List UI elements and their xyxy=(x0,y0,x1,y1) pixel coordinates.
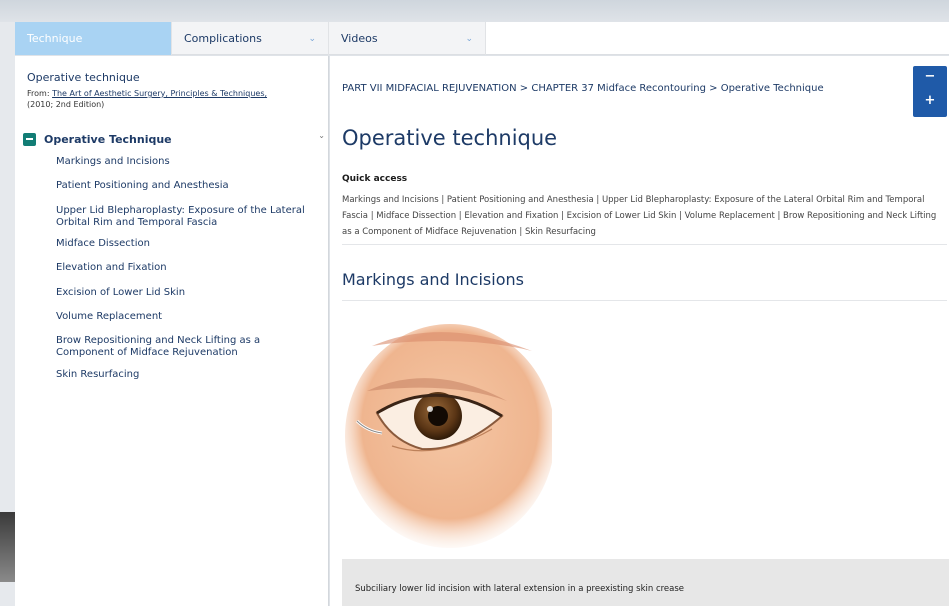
zoom-controls: − + xyxy=(913,66,947,117)
minus-icon[interactable]: − xyxy=(913,69,947,84)
toc-heading: Operative Technique xyxy=(44,132,172,146)
article-content: PART VII MIDFACIAL REJUVENATION > CHAPTE… xyxy=(330,56,949,606)
eye-illustration xyxy=(345,324,552,548)
breadcrumb[interactable]: PART VII MIDFACIAL REJUVENATION > CHAPTE… xyxy=(342,83,824,94)
book-title-link[interactable]: The Art of Aesthetic Surgery, Principles… xyxy=(52,89,267,98)
tab-bar: Technique Complications ⌄ Videos ⌄ xyxy=(15,22,949,55)
from-label: From: xyxy=(27,89,53,98)
tab-label: Complications xyxy=(184,32,262,45)
tab-complications[interactable]: Complications ⌄ xyxy=(172,22,329,55)
toc-item[interactable]: Skin Resurfacing xyxy=(56,369,139,381)
chevron-down-icon: ⌄ xyxy=(308,33,316,44)
toc-item[interactable]: Brow Repositioning and Neck Lifting as a… xyxy=(56,335,281,359)
panel-title: Operative technique xyxy=(27,71,140,84)
minus-square-icon[interactable] xyxy=(23,132,36,146)
tab-label: Videos xyxy=(341,32,378,45)
tab-label: Technique xyxy=(27,32,83,45)
chevron-down-icon: ⌄ xyxy=(465,33,473,44)
toc-item[interactable]: Volume Replacement xyxy=(56,311,162,323)
divider xyxy=(342,244,947,245)
quick-access-label: Quick access xyxy=(342,174,408,184)
left-toc-panel: Operative technique From: The Art of Aes… xyxy=(15,56,329,606)
top-strip xyxy=(0,0,949,22)
background-photo-fragment xyxy=(0,512,15,582)
toc-section-header[interactable]: Operative Technique ⌄ xyxy=(23,131,325,147)
figure-caption: Subciliary lower lid incision with later… xyxy=(355,584,685,594)
background-gutter xyxy=(0,22,15,606)
toc-item[interactable]: Upper Lid Blepharoplasty: Exposure of th… xyxy=(56,205,318,229)
figure-caption-band: Subciliary lower lid incision with later… xyxy=(342,559,949,606)
tab-bar-filler xyxy=(486,22,949,54)
toc-item[interactable]: Midface Dissection xyxy=(56,238,150,250)
plus-icon[interactable]: + xyxy=(913,93,947,108)
quick-access-links[interactable]: Markings and Incisions | Patient Positio… xyxy=(342,192,942,240)
divider xyxy=(342,300,947,301)
toc-item[interactable]: Markings and Incisions xyxy=(56,156,170,168)
tab-technique[interactable]: Technique xyxy=(15,22,172,55)
section-heading: Markings and Incisions xyxy=(342,270,524,289)
tab-videos[interactable]: Videos ⌄ xyxy=(329,22,486,55)
page-title: Operative technique xyxy=(342,126,558,150)
toc-item[interactable]: Excision of Lower Lid Skin xyxy=(56,287,185,299)
toc-item[interactable]: Elevation and Fixation xyxy=(56,262,167,274)
chevron-down-icon: ⌄ xyxy=(318,131,325,140)
source-citation: From: The Art of Aesthetic Surgery, Prin… xyxy=(27,88,322,110)
edition-text: (2010; 2nd Edition) xyxy=(27,100,105,109)
toc-item[interactable]: Patient Positioning and Anesthesia xyxy=(56,180,229,192)
